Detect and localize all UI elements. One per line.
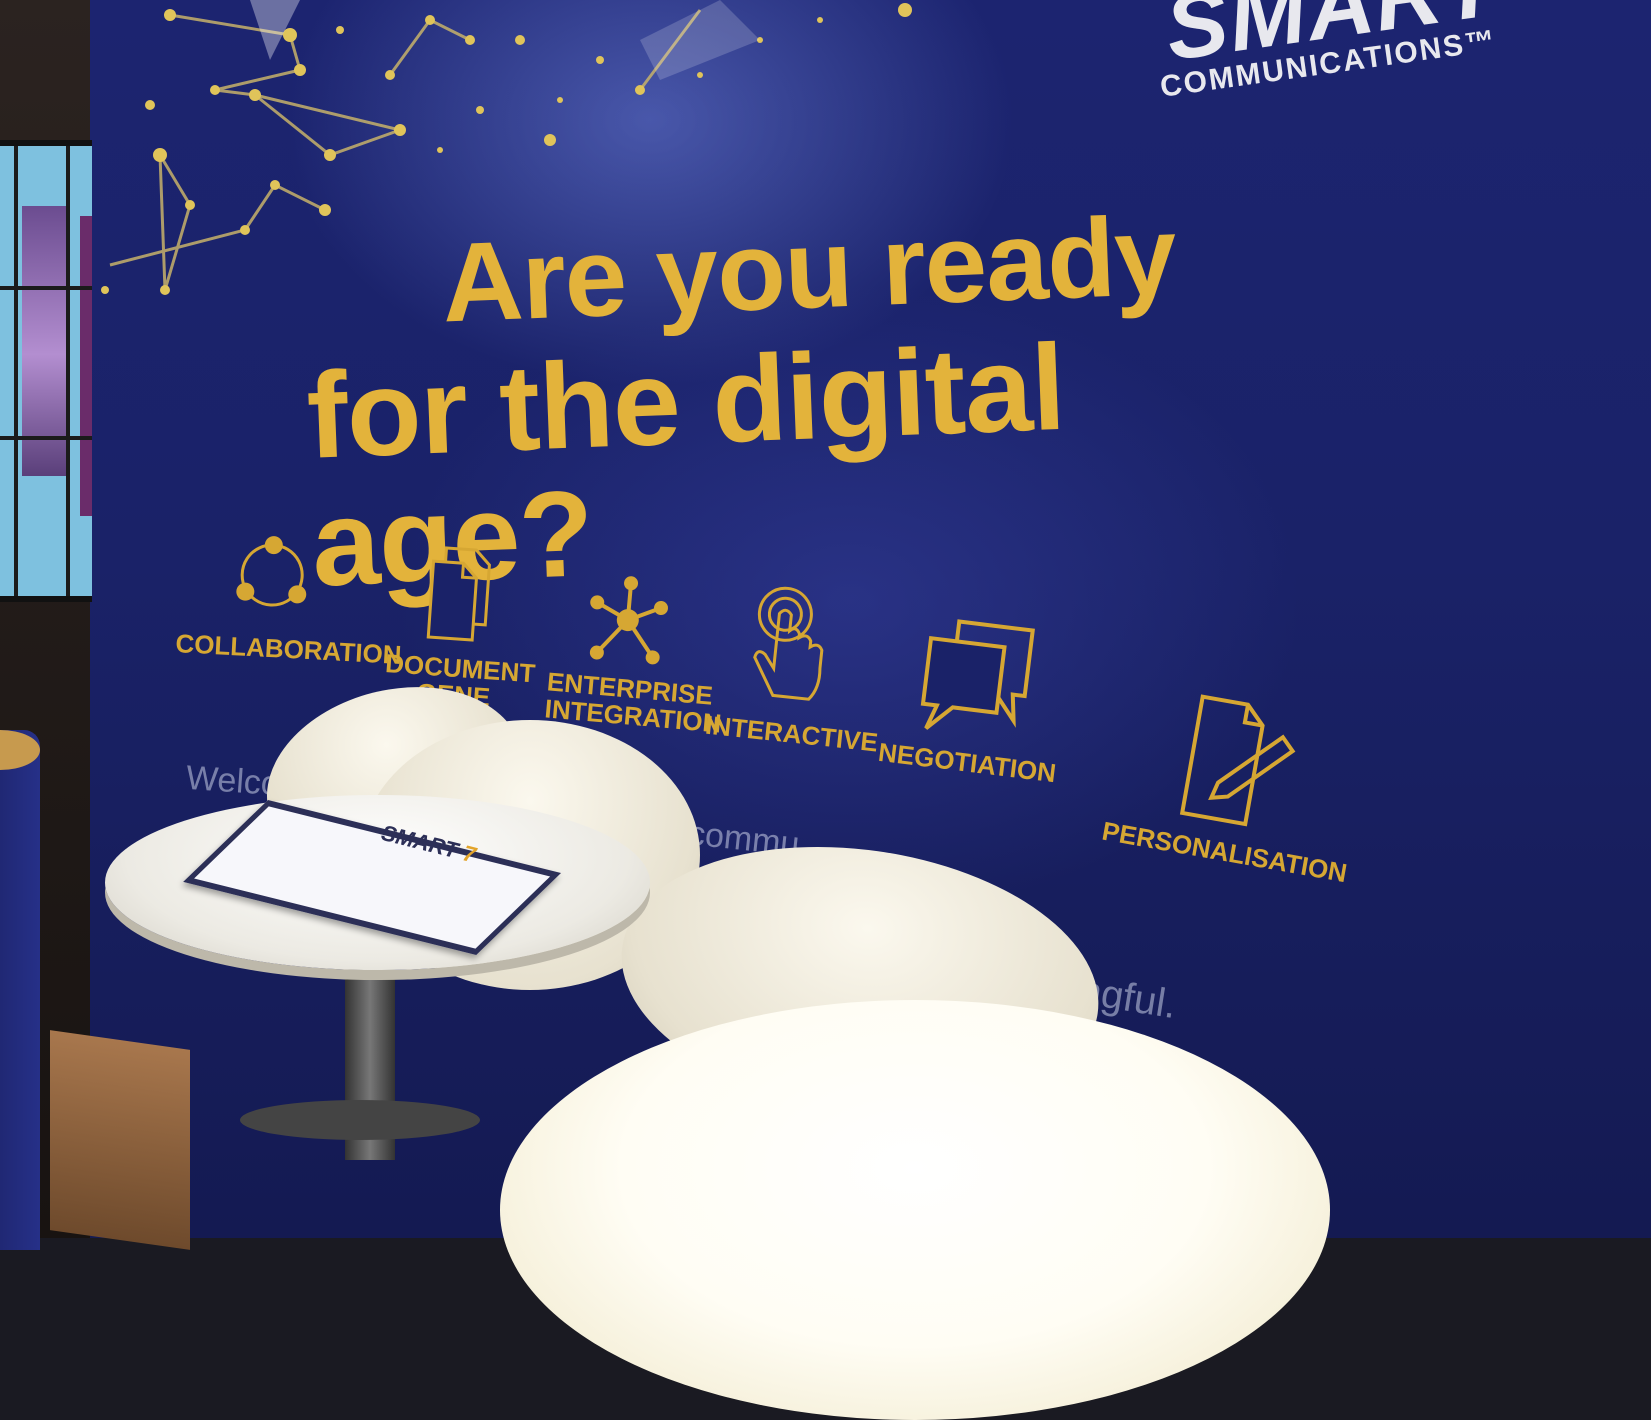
feature-negotiation: NEGOTIATION xyxy=(876,610,1074,788)
screen-bezel xyxy=(0,436,92,440)
feature-collaboration: COLLABORATION xyxy=(175,530,402,670)
document-edit-icon xyxy=(1179,694,1295,827)
chat-bubbles-icon xyxy=(920,619,1035,730)
illuminated-table xyxy=(500,1000,1330,1420)
side-table xyxy=(0,730,40,1250)
feature-enterprise-integration: ENTERPRISE INTEGRATION xyxy=(543,569,723,739)
document-icon xyxy=(426,546,491,642)
network-icon xyxy=(589,576,669,665)
touch-icon xyxy=(752,586,823,701)
side-table-top xyxy=(0,730,40,770)
table-base xyxy=(240,1100,480,1140)
feature-interactive: INTERACTIVE xyxy=(704,577,879,758)
collaboration-icon xyxy=(235,536,306,607)
cardboard-box xyxy=(50,1030,190,1250)
